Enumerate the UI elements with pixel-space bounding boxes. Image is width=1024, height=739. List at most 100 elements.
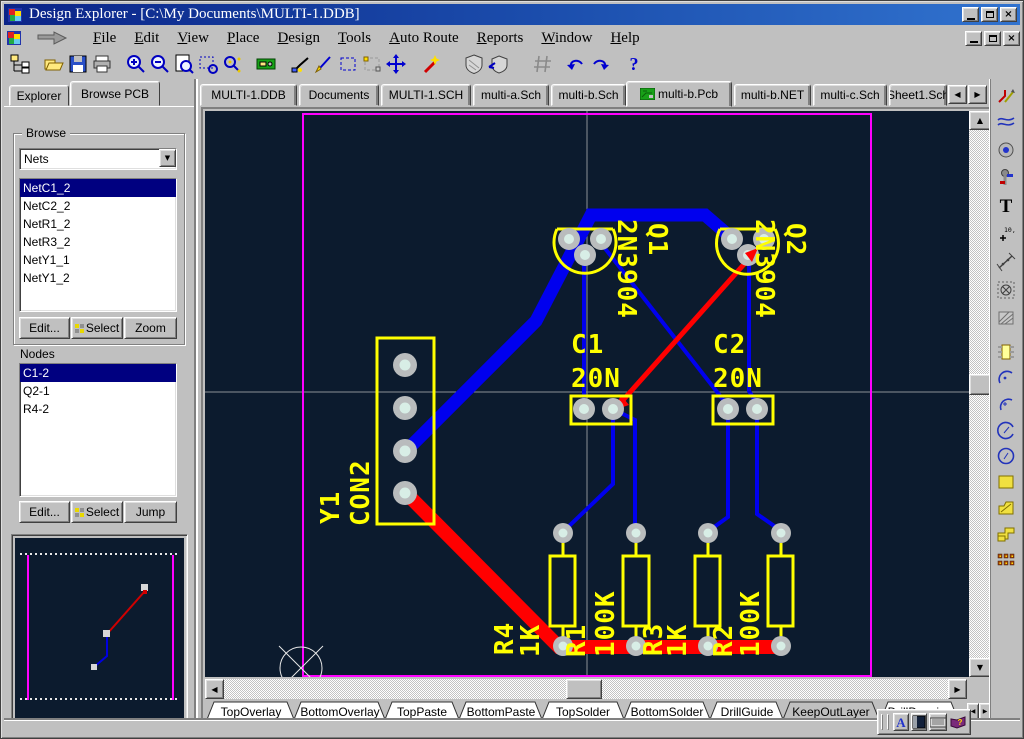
doc-tab-multib-net[interactable]: multi-b.NET xyxy=(734,84,811,106)
board-in-view-icon[interactable] xyxy=(254,52,278,76)
place-dimension-icon[interactable] xyxy=(995,251,1017,272)
child-restore-button[interactable] xyxy=(984,31,1001,46)
document-icon[interactable] xyxy=(6,30,22,46)
tab-explorer[interactable]: Explorer xyxy=(9,85,69,106)
place-coordinate-icon[interactable]: 10,10 xyxy=(995,223,1017,244)
print-icon[interactable] xyxy=(90,52,114,76)
net-select-button[interactable]: Select xyxy=(71,317,123,339)
board-preview[interactable] xyxy=(15,538,184,718)
restore-button[interactable] xyxy=(981,7,998,22)
browse-mode-dropdown[interactable]: Nets ▼ xyxy=(19,148,177,170)
layer-tab[interactable]: TopSolder xyxy=(541,702,625,722)
move-component-icon[interactable] xyxy=(384,52,408,76)
place-arc-angles-icon[interactable] xyxy=(995,419,1017,440)
node-list-item[interactable]: Q2-1 xyxy=(20,382,176,400)
doc-tab-multia-sch[interactable]: multi-a.Sch xyxy=(473,84,549,106)
node-list-item[interactable]: C1-2 xyxy=(20,364,176,382)
net-list-item[interactable]: NetY1_1 xyxy=(20,251,176,269)
place-split-plane-icon[interactable] xyxy=(995,523,1017,544)
doc-tabs-scroll-left-icon[interactable]: ◀ xyxy=(948,85,967,104)
menu-arrow-icon[interactable] xyxy=(36,31,70,45)
horizontal-scroll-thumb[interactable] xyxy=(566,679,602,699)
place-full-circle-icon[interactable] xyxy=(995,445,1017,466)
scroll-left-icon[interactable]: ◀ xyxy=(205,679,224,699)
layer-tab[interactable]: TopPaste xyxy=(384,702,460,722)
place-keepout-icon[interactable] xyxy=(995,279,1017,300)
doc-tab-multi1sch[interactable]: MULTI-1.SCH xyxy=(381,84,471,106)
nets-listbox[interactable]: NetC1_2 NetC2_2 NetR1_2 NetR3_2 NetY1_1 … xyxy=(19,178,177,312)
place-fill-hatched-icon[interactable] xyxy=(995,307,1017,328)
deselect-all-icon[interactable] xyxy=(360,52,384,76)
layer-tab-active[interactable]: KeepOutLayer xyxy=(782,702,880,722)
title-bar[interactable]: Design Explorer - [C:\My Documents\MULTI… xyxy=(4,4,1020,25)
child-minimize-button[interactable] xyxy=(965,31,982,46)
layer-tab[interactable]: BottomPaste xyxy=(458,702,543,722)
menu-view[interactable]: View xyxy=(168,28,218,49)
open-document-icon[interactable] xyxy=(42,52,66,76)
doc-tab-multic-sch[interactable]: multi-c.Sch xyxy=(813,84,887,106)
menu-file[interactable]: File xyxy=(84,28,125,49)
wizard-icon[interactable] xyxy=(418,52,442,76)
dropdown-arrow-icon[interactable]: ▼ xyxy=(159,149,176,167)
cross-probe-icon[interactable] xyxy=(288,52,312,76)
undo-icon[interactable] xyxy=(564,52,588,76)
pcb-canvas[interactable]: Q1 2N3904 Q2 2N3904 C1 20N C2 20N Y1 CON… xyxy=(205,111,969,677)
place-string-icon[interactable]: T xyxy=(995,195,1017,216)
shortcut-keys-icon[interactable] xyxy=(929,713,947,731)
net-list-item[interactable]: NetC2_2 xyxy=(20,197,176,215)
menu-autoroute[interactable]: Auto Route xyxy=(380,28,468,49)
text-find-icon[interactable]: A xyxy=(893,713,909,731)
menu-window[interactable]: Window xyxy=(532,28,601,49)
layer-tab[interactable]: BottomSolder xyxy=(623,702,711,722)
zoom-in-icon[interactable] xyxy=(124,52,148,76)
zoom-out-icon[interactable] xyxy=(148,52,172,76)
place-track-icon[interactable] xyxy=(995,111,1017,132)
menu-reports[interactable]: Reports xyxy=(468,28,533,49)
toolbar-grip[interactable] xyxy=(887,714,889,730)
doc-tab-multi1ddb[interactable]: MULTI-1.DDB xyxy=(200,84,297,106)
net-list-item[interactable]: NetR1_2 xyxy=(20,215,176,233)
update-pcb-shield-icon[interactable] xyxy=(462,52,486,76)
place-via-icon[interactable] xyxy=(995,139,1017,160)
close-button[interactable]: × xyxy=(1000,7,1017,22)
help-icon[interactable]: ? xyxy=(622,52,646,76)
layer-tab[interactable]: TopOverlay xyxy=(206,702,295,722)
save-document-icon[interactable] xyxy=(66,52,90,76)
node-select-button[interactable]: Select xyxy=(71,501,123,523)
zoom-point-icon[interactable] xyxy=(220,52,244,76)
nodes-listbox[interactable]: C1-2 Q2-1 R4-2 xyxy=(19,363,177,497)
floating-mini-toolbar[interactable]: A ? xyxy=(877,709,971,735)
place-pad-array-icon[interactable] xyxy=(995,549,1017,570)
vertical-scroll-thumb[interactable] xyxy=(969,374,991,395)
node-jump-button[interactable]: Jump xyxy=(124,501,177,523)
top-layer-traces[interactable] xyxy=(407,248,782,647)
place-fill-icon[interactable] xyxy=(995,471,1017,492)
zoom-area-icon[interactable] xyxy=(196,52,220,76)
select-area-icon[interactable] xyxy=(336,52,360,76)
menu-design[interactable]: Design xyxy=(268,28,329,49)
net-edit-button[interactable]: Edit... xyxy=(19,317,70,339)
synchronize-designs-icon[interactable] xyxy=(486,52,510,76)
scroll-right-icon[interactable]: ▶ xyxy=(948,679,967,699)
place-component-icon[interactable] xyxy=(995,341,1017,362)
scroll-up-icon[interactable]: ▲ xyxy=(969,111,991,130)
net-list-item[interactable]: NetR3_2 xyxy=(20,233,176,251)
place-arc-center-icon[interactable] xyxy=(995,393,1017,414)
zoom-window-icon[interactable] xyxy=(172,52,196,76)
toggle-visible-grid-icon[interactable] xyxy=(530,52,554,76)
net-list-item[interactable]: NetY1_2 xyxy=(20,269,176,287)
net-zoom-button[interactable]: Zoom xyxy=(124,317,177,339)
interactive-routing-icon[interactable] xyxy=(995,85,1017,106)
doc-tab-multib-sch[interactable]: multi-b.Sch xyxy=(551,84,626,106)
scroll-down-icon[interactable]: ▼ xyxy=(969,658,991,677)
explorer-panel-toggle-icon[interactable] xyxy=(8,52,32,76)
menu-edit[interactable]: Edit xyxy=(125,28,168,49)
layer-tab[interactable]: DrillGuide xyxy=(709,702,784,722)
place-pad-icon[interactable] xyxy=(995,167,1017,188)
redo-icon[interactable] xyxy=(588,52,612,76)
layer-tab[interactable]: BottomOverlay xyxy=(293,702,386,722)
panel-toggle-icon[interactable] xyxy=(911,713,927,731)
doc-tabs-scroll-right-icon[interactable]: ▶ xyxy=(968,85,987,104)
menu-tools[interactable]: Tools xyxy=(329,28,380,49)
minimize-button[interactable] xyxy=(962,7,979,22)
